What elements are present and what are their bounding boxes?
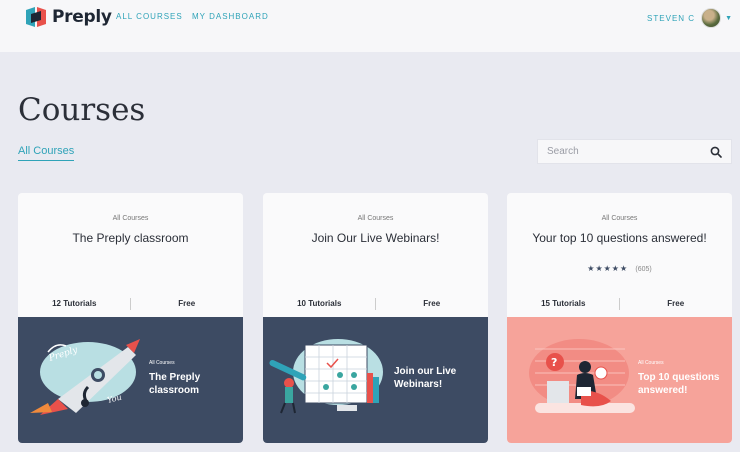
- tutorial-count: 12 Tutorials: [52, 299, 97, 308]
- price-label: Free: [178, 299, 196, 308]
- banner-category: All Courses: [149, 360, 175, 366]
- card-category: All Courses: [357, 215, 394, 222]
- page-title: Courses: [18, 92, 146, 128]
- rocket-illustration: Preply You: [30, 339, 140, 415]
- nav-all-courses[interactable]: ALL COURSES: [116, 12, 183, 21]
- card-title[interactable]: Your top 10 questions answered!: [507, 231, 732, 245]
- caret-down-icon[interactable]: ▼: [725, 15, 732, 22]
- course-card[interactable]: All Courses The Preply classroom 12 Tuto…: [18, 193, 243, 443]
- tutorial-count: 10 Tutorials: [297, 299, 342, 308]
- card-title[interactable]: The Preply classroom: [18, 231, 243, 245]
- card-meta: 15 Tutorials Free: [507, 296, 732, 312]
- search-input[interactable]: [538, 140, 698, 163]
- banner-title: Top 10 questions answered!: [638, 371, 720, 397]
- price-label: Free: [667, 299, 685, 308]
- banner-title-line: answered!: [638, 385, 688, 396]
- svg-text:?: ?: [551, 356, 557, 369]
- banner-title-line: Webinars!: [394, 379, 443, 390]
- banner-category: All Courses: [638, 360, 664, 366]
- card-meta: 12 Tutorials Free: [18, 296, 243, 312]
- user-menu[interactable]: STEVEN C ▼: [647, 8, 732, 28]
- meta-divider: [375, 298, 376, 310]
- price-label: Free: [423, 299, 441, 308]
- course-card[interactable]: All Courses Your top 10 questions answer…: [507, 193, 732, 443]
- banner-title-line: classroom: [149, 385, 200, 396]
- card-meta: 10 Tutorials Free: [263, 296, 488, 312]
- avatar[interactable]: [701, 8, 722, 28]
- star-rating: ★★★★★ (605): [507, 264, 732, 273]
- banner-title-line: Join our Live: [394, 366, 457, 377]
- banner-title-line: Top 10 questions: [638, 372, 720, 383]
- top-navigation-bar: Preply ALL COURSES MY DASHBOARD STEVEN C…: [0, 0, 740, 52]
- banner-title-line: The Preply: [149, 372, 201, 383]
- meta-divider: [619, 298, 620, 310]
- card-title[interactable]: Join Our Live Webinars!: [263, 231, 488, 245]
- star-icons: ★★★★★: [587, 264, 629, 273]
- card-category: All Courses: [112, 215, 149, 222]
- search-box: [537, 139, 732, 164]
- user-name: STEVEN C: [647, 13, 696, 23]
- banner-title: Join our Live Webinars!: [394, 365, 456, 391]
- rating-count: (605): [635, 266, 652, 273]
- banner-title: The Preply classroom: [149, 371, 200, 397]
- tutorial-count: 15 Tutorials: [541, 299, 586, 308]
- tab-all-courses[interactable]: All Courses: [18, 145, 75, 161]
- card-category: All Courses: [601, 215, 638, 222]
- course-card[interactable]: All Courses Join Our Live Webinars! 10 T…: [263, 193, 488, 443]
- search-icon[interactable]: [710, 146, 722, 158]
- course-banner[interactable]: Preply You All Courses The Preply classr…: [18, 317, 243, 443]
- preply-logo-icon: [26, 7, 46, 27]
- meta-divider: [130, 298, 131, 310]
- course-banner[interactable]: ? All Courses Top 10 questions answered!: [507, 317, 732, 443]
- brand-name: Preply: [52, 7, 112, 27]
- preply-logo[interactable]: Preply: [26, 7, 112, 27]
- course-banner[interactable]: Join our Live Webinars!: [263, 317, 488, 443]
- nav-my-dashboard[interactable]: MY DASHBOARD: [192, 12, 269, 21]
